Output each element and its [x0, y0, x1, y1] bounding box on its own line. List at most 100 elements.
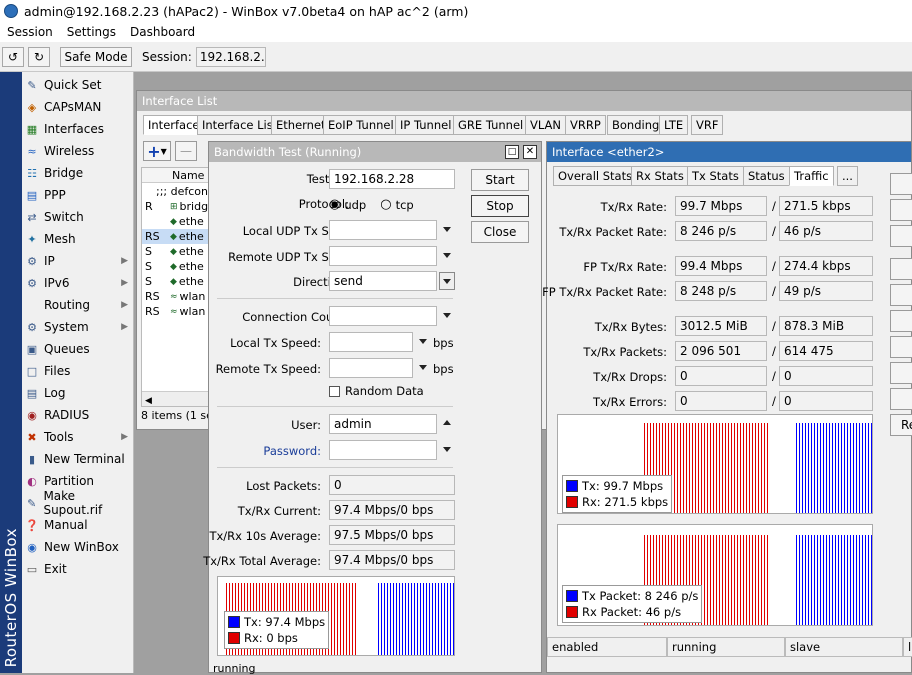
tx-rx-packets-label: Tx/Rx Packets: [583, 345, 667, 359]
connection-count-field[interactable] [329, 306, 437, 326]
sidebar-item-log[interactable]: ▤ Log [22, 382, 134, 404]
close-window-button[interactable]: ✕ [523, 145, 537, 159]
redo-button[interactable]: ↻ [28, 46, 50, 67]
table-row[interactable]: S ◆ ethe [142, 244, 212, 259]
sidebar-item-ipv6[interactable]: ⚙ IPv6 ▶ [22, 272, 134, 294]
sidebar-item-new-winbox[interactable]: ◉ New WinBox [22, 536, 134, 558]
sidebar-item-files[interactable]: □ Files [22, 360, 134, 382]
direction-field[interactable]: send [329, 271, 437, 291]
remote-udp-size-field[interactable] [329, 246, 437, 266]
sidebar-item-switch[interactable]: ⇄ Switch [22, 206, 134, 228]
user-field[interactable]: admin [329, 414, 437, 434]
graph-bar [838, 423, 839, 513]
test-to-field[interactable]: 192.168.2.28 [329, 169, 455, 189]
sidebar-item-new-terminal[interactable]: ▮ New Terminal [22, 448, 134, 470]
tab-lte[interactable]: LTE [659, 115, 689, 135]
restore-button[interactable]: □ [505, 145, 519, 159]
side-button[interactable] [890, 388, 912, 410]
tab-ip-tunnel[interactable]: IP Tunnel [395, 115, 457, 135]
sidebar-item-interfaces[interactable]: ▦ Interfaces [22, 118, 134, 140]
tab-traffic[interactable]: Traffic [789, 166, 834, 186]
tab-rx-stats[interactable]: Rx Stats [631, 166, 689, 186]
table-row[interactable]: RS ◆ ethe [142, 229, 212, 244]
table-row[interactable]: R ⊞ bridg [142, 199, 212, 214]
user-collapse-icon[interactable] [443, 420, 451, 425]
table-row[interactable]: S ◆ ethe [142, 259, 212, 274]
remote-tx-speed-field[interactable] [329, 358, 413, 378]
start-button[interactable]: Start [471, 169, 529, 191]
side-button[interactable] [890, 173, 912, 195]
tab-gre-tunnel[interactable]: GRE Tunnel [453, 115, 529, 135]
sidebar-item-tools[interactable]: ✖ Tools ▶ [22, 426, 134, 448]
safe-mode-button[interactable]: Safe Mode [60, 46, 132, 67]
side-button[interactable] [890, 336, 912, 358]
stop-button[interactable]: Stop [471, 195, 529, 217]
bandwidth-test-title: Bandwidth Test (Running) [209, 142, 541, 162]
sidebar-item-queues[interactable]: ▣ Queues [22, 338, 134, 360]
local-udp-size-field[interactable] [329, 220, 437, 240]
sidebar-item-exit[interactable]: ▭ Exit [22, 558, 134, 580]
direction-dropdown[interactable] [439, 272, 455, 290]
sidebar-item-quick-set[interactable]: ✎ Quick Set [22, 74, 134, 96]
sidebar-item-radius[interactable]: ◉ RADIUS [22, 404, 134, 426]
column-name-header[interactable]: Name [172, 169, 204, 182]
table-row[interactable]: ◆ ethe [142, 214, 212, 229]
add-button[interactable]: + ▼ [143, 141, 171, 161]
close-button[interactable]: Close [471, 221, 529, 243]
undo-button[interactable]: ↺ [2, 46, 24, 67]
password-field[interactable] [329, 440, 437, 460]
side-button[interactable] [890, 362, 912, 384]
sidebar-item-mesh[interactable]: ✦ Mesh [22, 228, 134, 250]
tab-ethernet[interactable]: Ethernet [271, 115, 331, 135]
password-dropdown-icon[interactable] [443, 447, 451, 452]
remove-button[interactable]: — [175, 141, 197, 161]
side-button[interactable] [890, 310, 912, 332]
sidebar-item-bridge[interactable]: ☷ Bridge [22, 162, 134, 184]
side-button[interactable] [890, 199, 912, 221]
table-row[interactable]: RS ≈ wlan [142, 304, 212, 319]
tab-eoip-tunnel[interactable]: EoIP Tunnel [323, 115, 399, 135]
sidebar-item-routing[interactable]: Routing ▶ [22, 294, 134, 316]
remote-udp-dropdown-icon[interactable] [443, 253, 451, 258]
sidebar-item-make-supout-rif[interactable]: ✎ Make Supout.rif [22, 489, 134, 517]
graph-bar [865, 535, 866, 625]
side-button[interactable] [890, 284, 912, 306]
random-data-checkbox[interactable] [329, 385, 340, 397]
sidebar-item-manual[interactable]: ❓ Manual [22, 514, 134, 536]
tab-interface-list[interactable]: Interface List [197, 115, 283, 135]
sidebar-item-wireless[interactable]: ≈ Wireless [22, 140, 134, 162]
local-tx-speed-field[interactable] [329, 332, 413, 352]
side-button[interactable] [890, 258, 912, 280]
local-tx-speed-dropdown-icon[interactable] [419, 339, 427, 344]
tab-vlan[interactable]: VLAN [525, 115, 567, 135]
menu-session[interactable]: Session [0, 25, 60, 39]
side-button[interactable]: Re [890, 414, 912, 436]
udp-radio[interactable]: ◉ [329, 197, 340, 212]
tab-interface[interactable]: Interface [143, 115, 205, 135]
tab-overall-stats[interactable]: Overall Stats [553, 166, 638, 186]
sidebar-item-ip[interactable]: ⚙ IP ▶ [22, 250, 134, 272]
tab-tx-stats[interactable]: Tx Stats [687, 166, 744, 186]
tab-status[interactable]: Status [743, 166, 790, 186]
sidebar-item-capsman[interactable]: ◈ CAPsMAN [22, 96, 134, 118]
tab-more[interactable]: ... [837, 166, 858, 186]
table-row[interactable]: ;;; defconf [142, 184, 212, 199]
table-row[interactable]: RS ≈ wlan [142, 289, 212, 304]
local-udp-dropdown-icon[interactable] [443, 227, 451, 232]
menu-settings[interactable]: Settings [60, 25, 123, 39]
tcp-radio[interactable]: ○ [380, 197, 391, 212]
sidebar-item-label: IP [44, 254, 55, 268]
session-field[interactable]: 192.168.2.23 [195, 46, 266, 67]
table-row[interactable]: S ◆ ethe [142, 274, 212, 289]
tab-bonding[interactable]: Bonding [607, 115, 665, 135]
tab-vrrp[interactable]: VRRP [565, 115, 606, 135]
sidebar-item-system[interactable]: ⚙ System ▶ [22, 316, 134, 338]
scroll-left-icon[interactable]: ◀ [145, 396, 152, 406]
connection-count-dropdown-icon[interactable] [443, 313, 451, 318]
side-button[interactable] [890, 225, 912, 247]
remote-tx-speed-dropdown-icon[interactable] [419, 365, 427, 370]
sidebar-item-ppp[interactable]: ▤ PPP [22, 184, 134, 206]
tab-vrf[interactable]: VRF [691, 115, 724, 135]
graph-bar [429, 583, 430, 655]
menu-dashboard[interactable]: Dashboard [123, 25, 202, 39]
